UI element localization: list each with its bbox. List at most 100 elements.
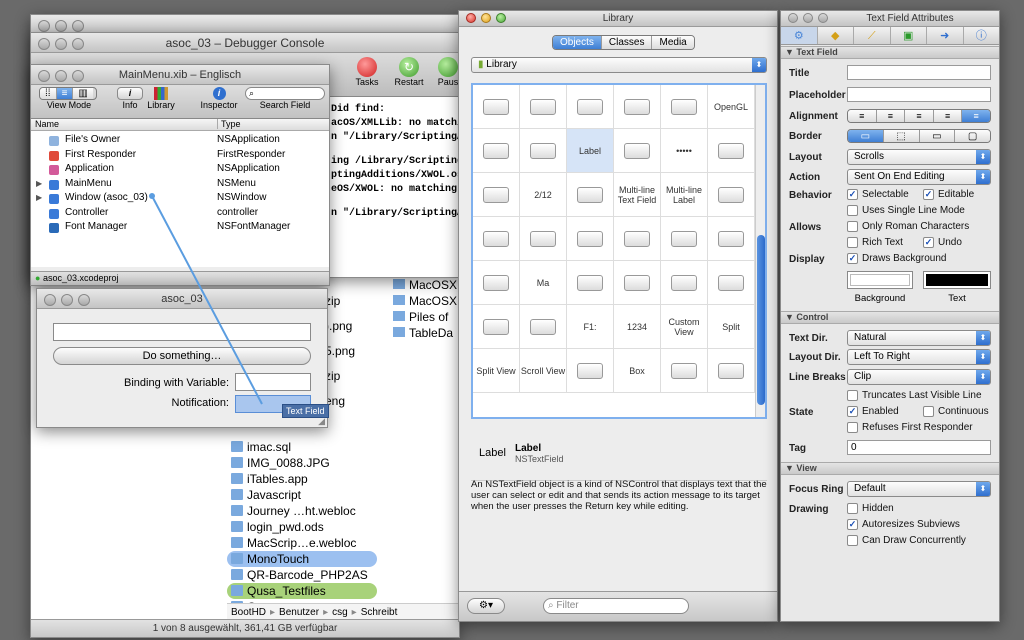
horizontal-slider-object[interactable]	[614, 261, 661, 305]
list-item[interactable]: 5.png	[325, 339, 377, 364]
inspector-button[interactable]: i Inspector	[199, 87, 239, 110]
window-controls[interactable]	[44, 294, 90, 306]
icon-view-icon[interactable]: ⁞⁞	[40, 88, 57, 99]
disclosure-triangle-icon[interactable]: ▶	[36, 191, 42, 205]
layout-popup[interactable]: Scrolls ⬍	[847, 149, 991, 165]
rich-text-checkbox[interactable]: Rich Text	[847, 237, 903, 248]
segmented-matrix-object[interactable]	[520, 85, 567, 129]
list-item[interactable]: Qusa_Testfiles	[227, 583, 377, 599]
list-item[interactable]: Piles of	[393, 309, 459, 325]
binding-field[interactable]	[235, 373, 311, 391]
split-view-vertical-object[interactable]: Split	[708, 305, 755, 349]
form-object[interactable]: F1:	[567, 305, 614, 349]
text-color-well[interactable]	[923, 271, 991, 289]
image-well-object[interactable]	[473, 129, 520, 173]
list-item[interactable]: zip	[325, 289, 377, 314]
search-input[interactable]: ⌕	[245, 87, 325, 100]
border-control[interactable]: ▭ ⬚ ▭ ▢	[847, 129, 991, 143]
matrix-object[interactable]	[614, 85, 661, 129]
section-text-field[interactable]: ▼ Text Field	[781, 46, 999, 59]
window-controls[interactable]	[466, 13, 506, 23]
object-grid[interactable]: OpenGL Label ••••• 2/12 Multi-line Text Fiel…	[471, 83, 767, 419]
title-field[interactable]	[847, 65, 991, 80]
path-item[interactable]: BootHD	[231, 607, 266, 618]
stepper-object[interactable]	[473, 217, 520, 261]
gradient-bar-object[interactable]	[473, 305, 520, 349]
path-item[interactable]: Schreibt	[361, 607, 398, 618]
do-something-button[interactable]: Do something…	[53, 347, 311, 365]
library-tabs[interactable]: Objects Classes Media	[552, 35, 695, 50]
border-line-icon[interactable]: ⬚	[883, 130, 920, 142]
type-column-header[interactable]: Type	[217, 119, 241, 129]
info-button[interactable]: i Info	[117, 87, 143, 110]
draws-background-checkbox[interactable]: ✓ Draws Background	[847, 253, 946, 264]
selectable-checkbox[interactable]: ✓ Selectable	[847, 189, 909, 200]
outline-row[interactable]: First Responder FirstResponder	[31, 148, 329, 163]
name-column-header[interactable]: Name	[35, 119, 59, 129]
calendar-object[interactable]	[520, 129, 567, 173]
tab-attributes-icon[interactable]: ⚙	[781, 27, 818, 44]
action-gear-button[interactable]: ⚙▾	[467, 598, 505, 614]
outline-row[interactable]: Controller controller	[31, 206, 329, 221]
undo-checkbox[interactable]: ✓ Undo	[923, 237, 962, 248]
tasks-button[interactable]: Tasks	[351, 57, 383, 87]
text-field-object[interactable]	[614, 129, 661, 173]
action-popup[interactable]: Sent On End Editing ⬍	[847, 169, 991, 185]
list-item[interactable]: iTables.app	[227, 471, 377, 487]
window-controls[interactable]	[788, 13, 828, 23]
library-scroll-thumb[interactable]	[757, 235, 765, 405]
radio-group-object[interactable]	[661, 217, 708, 261]
window-controls[interactable]	[38, 70, 84, 82]
list-item[interactable]: IMG_0088.JPG	[227, 455, 377, 471]
disclosure-triangle-icon[interactable]: ▶	[36, 177, 42, 191]
debugger-output[interactable]: Did find: acOS/XMLLib: no matching n "/Lib…	[331, 103, 459, 221]
window-controls[interactable]	[38, 20, 84, 32]
library-button[interactable]: Library	[145, 87, 177, 110]
finder-column-3[interactable]: MacOSX MacOSX Piles of TableDa	[393, 277, 459, 341]
text-view-object[interactable]	[708, 173, 755, 217]
multiline-label-object[interactable]: Multi-line Label	[661, 173, 708, 217]
opengl-view-object[interactable]: OpenGL	[708, 85, 755, 129]
list-item[interactable]: Javascript	[227, 487, 377, 503]
border-bezel-icon[interactable]: ▭	[919, 130, 956, 142]
table-view-object[interactable]	[473, 85, 520, 129]
tab-bindings-icon[interactable]: ▣	[891, 27, 927, 44]
custom-view-object[interactable]: Custom View	[661, 305, 708, 349]
vertical-slider-object[interactable]	[567, 261, 614, 305]
tab-view-object[interactable]	[567, 349, 614, 393]
outline-row[interactable]: ▶ MainMenu NSMenu	[31, 177, 329, 192]
image-grid-object[interactable]	[661, 85, 708, 129]
list-item[interactable]: login_pwd.ods	[227, 519, 377, 535]
window-controls[interactable]	[38, 38, 84, 50]
multiline-text-field-object[interactable]: Multi-line Text Field	[614, 173, 661, 217]
section-control[interactable]: ▼ Control	[781, 311, 999, 324]
list-item[interactable]: MacOSX	[393, 277, 459, 293]
tab-classes[interactable]: Classes	[601, 36, 653, 49]
progress-indicator-object[interactable]	[708, 261, 755, 305]
align-natural-icon[interactable]: ≡	[962, 110, 990, 122]
list-item[interactable]: imac.sql	[227, 439, 377, 455]
align-right-icon[interactable]: ≡	[905, 110, 934, 122]
tab-connections-icon[interactable]: ➜	[927, 27, 964, 44]
filter-input[interactable]: ⌕ Filter	[543, 598, 689, 614]
image-view-object[interactable]	[614, 217, 661, 261]
date-picker-object[interactable]: 2/12	[520, 173, 567, 217]
search-field-object[interactable]	[708, 129, 755, 173]
horizontal-line-object[interactable]	[708, 349, 755, 393]
list-item[interactable]: MacScrip…e.webloc	[227, 535, 377, 551]
list-item[interactable]: ).png	[325, 314, 377, 339]
single-line-checkbox[interactable]: Uses Single Line Mode	[847, 205, 965, 216]
border-none-icon[interactable]: ▭	[848, 130, 884, 142]
round-button-object[interactable]	[661, 261, 708, 305]
background-color-well[interactable]	[847, 271, 913, 289]
split-view-object[interactable]: Split View	[473, 349, 520, 393]
path-item[interactable]: csg	[332, 607, 348, 618]
list-item[interactable]: TableDa	[393, 325, 459, 341]
vertical-line-object[interactable]	[661, 349, 708, 393]
inspector-tabs[interactable]: ⚙ ◆ ⟋ ▣ ➜ ⓘ	[781, 27, 999, 45]
list-view-icon[interactable]: ≡	[56, 88, 74, 99]
object-outline[interactable]: File's Owner NSApplication First Responder…	[31, 131, 329, 267]
section-view[interactable]: ▼ View	[781, 462, 999, 475]
outline-row[interactable]: File's Owner NSApplication	[31, 133, 329, 148]
roman-checkbox[interactable]: Only Roman Characters	[847, 221, 969, 232]
